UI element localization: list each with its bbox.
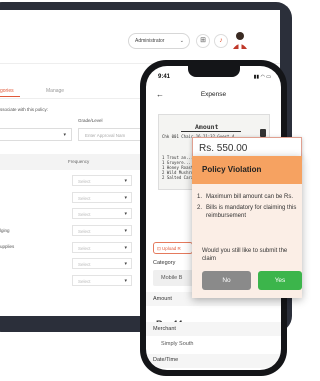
violation-text: Bills is mandatory for claiming this rei… <box>206 205 297 219</box>
notch <box>188 66 240 77</box>
associate-text: ssociate with this policy: <box>0 107 49 112</box>
amount-label: Amount <box>153 296 172 302</box>
violation-item: 2. Bills is mandatory for claiming this … <box>197 204 302 220</box>
merchant-value: Simply South <box>161 341 194 347</box>
frequency-select[interactable]: Select ▾ <box>72 175 132 186</box>
dropdown-arrow-icon: ▾ <box>124 261 127 267</box>
frequency-select[interactable]: Select ▾ <box>72 192 132 203</box>
row-label: upplies <box>0 244 15 249</box>
select-placeholder: Select <box>78 179 91 184</box>
select-placeholder: Select <box>78 196 91 201</box>
tab-categories[interactable]: gories <box>0 88 14 94</box>
dialog-question: Would you still like to submit the claim <box>202 248 288 262</box>
bell-icon[interactable]: ♪ <box>214 34 228 48</box>
status-time: 9:41 <box>158 74 171 80</box>
grade-level-label: Grade/Level <box>78 118 103 123</box>
dialog-title: Policy Violation <box>202 165 262 174</box>
frequency-select[interactable]: Select ▾ <box>72 208 132 219</box>
role-select-label: Administrator <box>135 38 165 44</box>
dropdown-arrow-icon: ▾ <box>124 211 127 217</box>
select-placeholder: Select <box>78 279 91 284</box>
violation-number: 2. <box>197 205 203 211</box>
role-select[interactable]: Administrator ⌄ <box>128 33 190 49</box>
select-placeholder: Select <box>78 229 91 234</box>
select-placeholder: Select <box>78 262 91 267</box>
admin-tabs: gories Manage <box>0 86 160 98</box>
dropdown-arrow-icon: ▾ <box>63 132 66 138</box>
amount-display-value: Rs. 550.00 <box>199 143 248 154</box>
signal-battery-icon: ▮▮ ◠ ▭ <box>253 74 271 80</box>
grid-icon[interactable]: ⊞ <box>196 34 210 48</box>
chevron-down-icon: ⌄ <box>179 38 184 44</box>
merchant-label: Merchant <box>153 326 176 332</box>
policy-violation-dialog: Policy Violation 1. Maximum bill amount … <box>192 156 302 298</box>
tab-manage[interactable]: Manage <box>46 88 64 94</box>
select-placeholder: Select <box>78 212 91 217</box>
avatar[interactable] <box>232 31 248 49</box>
frequency-select[interactable]: Select ▾ <box>72 225 132 236</box>
upload-label: Upload R <box>162 246 181 251</box>
select-placeholder: Select <box>78 246 91 251</box>
category-value: Mobile B <box>161 275 183 281</box>
date-label: Date/Time <box>153 357 179 363</box>
category-label: Category <box>153 260 176 266</box>
dropdown-arrow-icon: ▾ <box>124 228 127 234</box>
merchant-field[interactable]: Simply South <box>153 336 274 352</box>
frequency-select[interactable]: Select ▾ <box>72 275 132 286</box>
receipt-heading: Amount <box>195 123 219 131</box>
yes-button[interactable]: Yes <box>258 271 302 290</box>
dropdown-arrow-icon: ▾ <box>124 178 127 184</box>
violation-number: 1. <box>197 194 203 200</box>
row-label: lging <box>0 228 10 233</box>
violation-item: 1. Maximum bill amount can be Rs. <box>197 193 302 201</box>
dropdown-arrow-icon: ▾ <box>124 278 127 284</box>
frequency-select[interactable]: Select ▾ <box>72 258 132 269</box>
receipt-line <box>181 131 241 132</box>
no-button[interactable]: No <box>202 271 251 290</box>
frequency-select[interactable]: Select ▾ <box>72 242 132 253</box>
violation-list: 1. Maximum bill amount can be Rs. 2. Bil… <box>197 193 302 223</box>
admin-header: Administrator ⌄ ⊞ ♪ <box>0 10 280 64</box>
violation-text: Maximum bill amount can be Rs. <box>206 194 294 200</box>
dropdown-arrow-icon: ▾ <box>124 245 127 251</box>
frequency-header: Frequency <box>68 159 90 164</box>
category-dropdown[interactable]: ▾ <box>0 128 72 141</box>
trash-icon[interactable] <box>260 129 266 137</box>
dropdown-arrow-icon: ▾ <box>124 195 127 201</box>
dialog-header: Policy Violation <box>192 156 302 184</box>
upload-receipt-button[interactable]: ⊡ Upload R <box>153 242 193 254</box>
active-tab-indicator <box>0 96 20 97</box>
page-title: Expense <box>200 91 227 98</box>
